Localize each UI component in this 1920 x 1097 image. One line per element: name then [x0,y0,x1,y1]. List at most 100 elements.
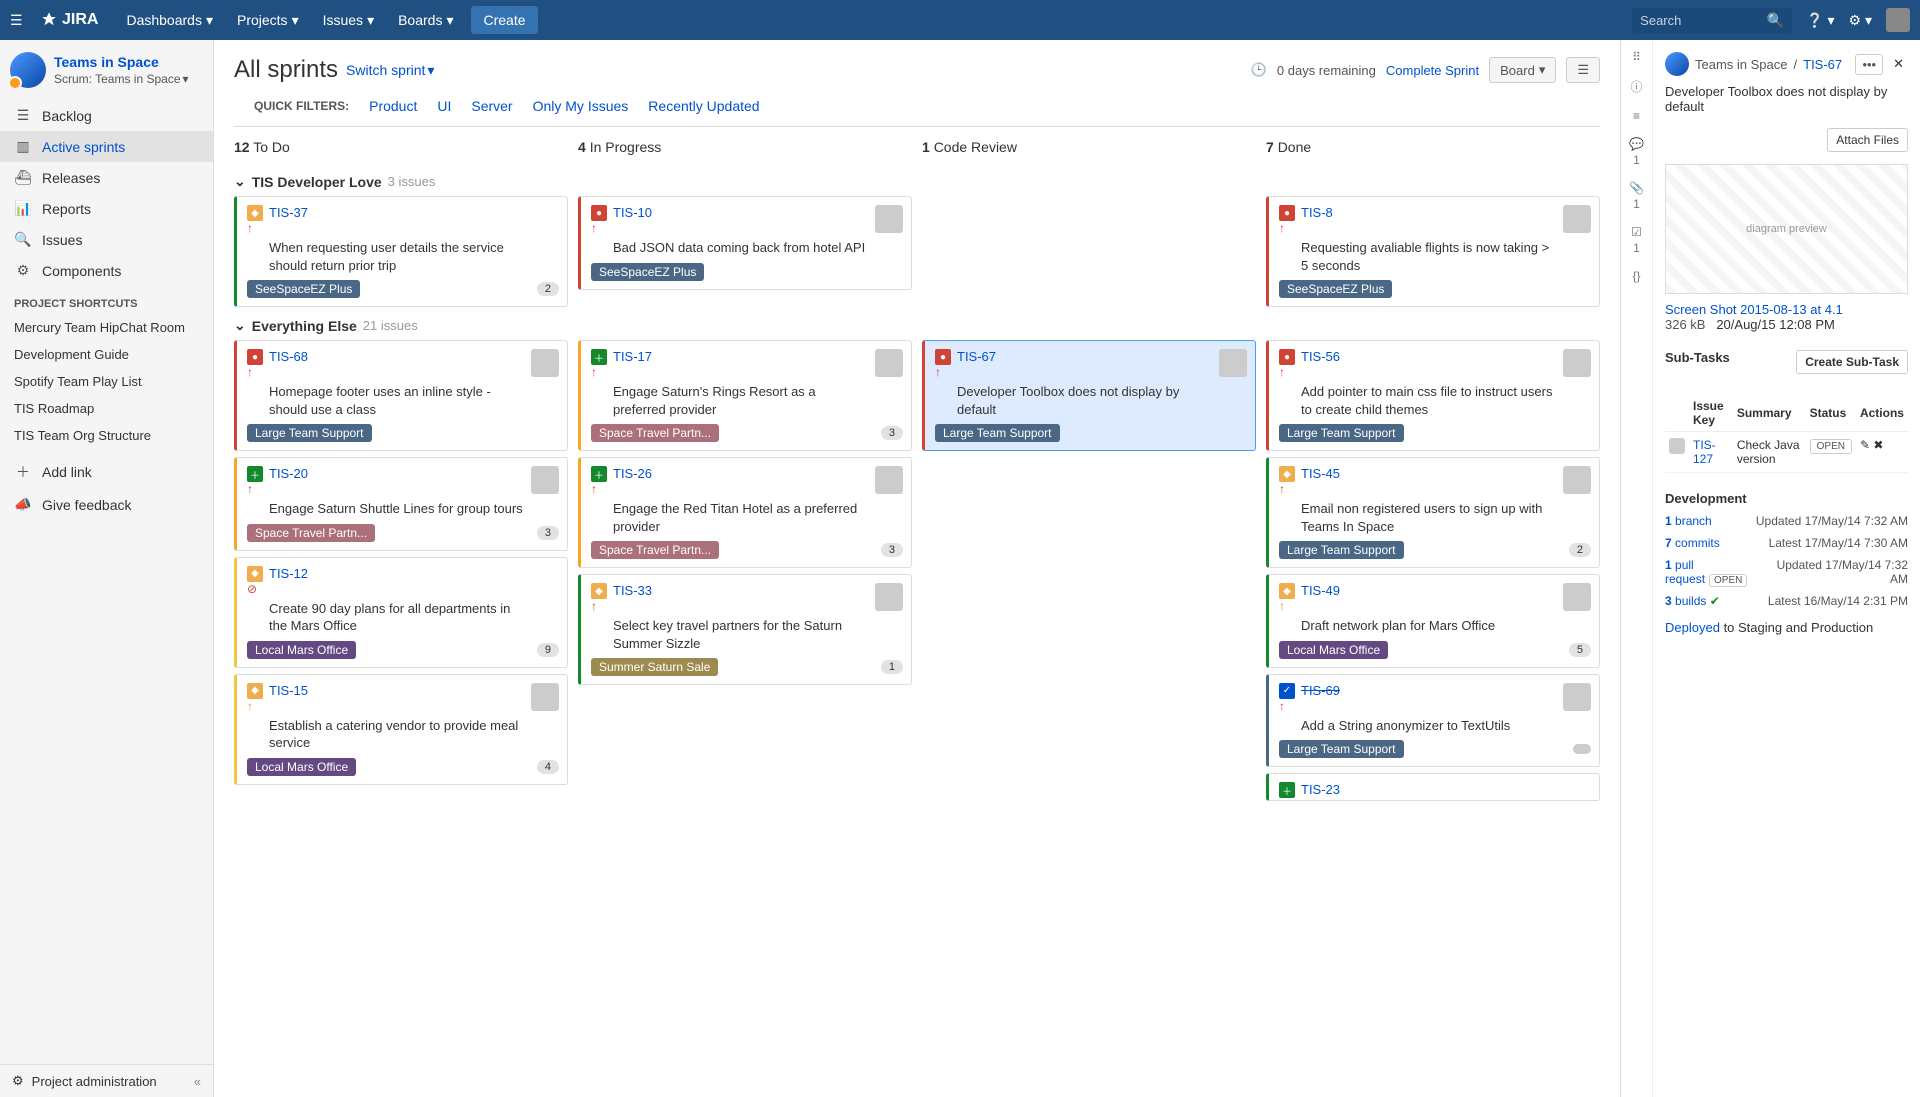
project-header[interactable]: Teams in Space Scrum: Teams in Space ▾ [0,40,213,100]
deployed-link[interactable]: Deployed [1665,620,1720,635]
close-detail-icon[interactable]: ✕ [1889,54,1908,74]
issue-key[interactable]: TIS-20 [269,466,308,481]
assignee-avatar[interactable] [531,466,559,494]
assignee-avatar[interactable] [875,466,903,494]
issue-key[interactable]: TIS-10 [613,205,652,220]
issue-card[interactable]: ◆TIS-15 ↑ Establish a catering vendor to… [234,674,568,785]
create-button[interactable]: Create [471,6,537,34]
global-search[interactable]: 🔍 [1632,8,1792,33]
delete-icon[interactable]: ✖ [1873,438,1883,452]
shortcut-item[interactable]: Spotify Team Play List [0,368,213,395]
edit-icon[interactable]: ✎ [1860,438,1870,452]
assignee-avatar[interactable] [531,349,559,377]
project-name[interactable]: Teams in Space [54,54,189,70]
issue-card[interactable]: ✓TIS-69 ↑ Add a String anonymizer to Tex… [1266,674,1600,768]
qf-product[interactable]: Product [369,98,417,114]
qf-mine[interactable]: Only My Issues [533,98,629,114]
issue-card[interactable]: ●TIS-10 ↑ Bad JSON data coming back from… [578,196,912,290]
assignee-avatar[interactable] [875,205,903,233]
issue-card[interactable]: ◆TIS-12 ⊘ Create 90 day plans for all de… [234,557,568,668]
sidebar-issues[interactable]: 🔍Issues [0,224,213,255]
issue-key[interactable]: TIS-23 [1301,782,1340,797]
board-dropdown[interactable]: Board ▾ [1489,57,1556,83]
gear-icon[interactable]: ⚙ [12,1073,24,1089]
assignee-avatar[interactable] [1563,205,1591,233]
shortcut-item[interactable]: TIS Roadmap [0,395,213,422]
issue-key[interactable]: TIS-33 [613,583,652,598]
sidebar-active-sprints[interactable]: ▥Active sprints [0,131,213,162]
rail-subtasks-icon[interactable]: ☑1 [1631,225,1642,255]
issue-card[interactable]: ●TIS-68 ↑ Homepage footer uses an inline… [234,340,568,451]
create-subtask-button[interactable]: Create Sub-Task [1796,350,1908,374]
qf-recent[interactable]: Recently Updated [648,98,759,114]
issue-card[interactable]: ◆TIS-49 ↑ Draft network plan for Mars Of… [1266,574,1600,668]
epic-badge[interactable]: Local Mars Office [247,758,356,776]
assignee-avatar[interactable] [1563,349,1591,377]
qf-ui[interactable]: UI [437,98,451,114]
dev-branch-link[interactable]: 1 branch [1665,514,1712,528]
issue-key[interactable]: TIS-37 [269,205,308,220]
assignee-avatar[interactable] [875,583,903,611]
epic-badge[interactable]: SeeSpaceEZ Plus [591,263,704,281]
issue-card[interactable]: ◆TIS-45 ↑ Email non registered users to … [1266,457,1600,568]
issue-key[interactable]: TIS-67 [957,349,996,364]
epic-badge[interactable]: Large Team Support [247,424,372,442]
shortcut-item[interactable]: Mercury Team HipChat Room [0,314,213,341]
sidebar-reports[interactable]: 📊Reports [0,193,213,224]
epic-badge[interactable]: Local Mars Office [1279,641,1388,659]
nav-boards[interactable]: Boards ▾ [388,6,463,35]
rail-comments-icon[interactable]: 💬1 [1629,137,1644,167]
issue-key[interactable]: TIS-12 [269,566,308,581]
issue-card[interactable]: ●TIS-8 ↑ Requesting avaliable flights is… [1266,196,1600,307]
shortcut-item[interactable]: TIS Team Org Structure [0,422,213,449]
epic-badge[interactable]: Local Mars Office [247,641,356,659]
rail-drag-icon[interactable]: ⠿ [1632,50,1641,64]
epic-badge[interactable]: Space Travel Partn... [247,524,375,542]
attach-files-button[interactable]: Attach Files [1827,128,1908,152]
issue-card[interactable]: ●TIS-56 ↑ Add pointer to main css file t… [1266,340,1600,451]
issue-key[interactable]: TIS-26 [613,466,652,481]
search-input[interactable] [1640,13,1767,28]
assignee-avatar[interactable] [1563,466,1591,494]
issue-key[interactable]: TIS-17 [613,349,652,364]
issue-key[interactable]: TIS-45 [1301,466,1340,481]
issue-key[interactable]: TIS-68 [269,349,308,364]
more-actions-button[interactable]: ••• [1855,54,1883,75]
issue-card[interactable]: ＋TIS-23 [1266,773,1600,801]
attachment-thumbnail[interactable]: diagram preview [1665,164,1908,294]
epic-badge[interactable]: Large Team Support [1279,740,1404,758]
issue-key[interactable]: TIS-15 [269,683,308,698]
issue-card[interactable]: ＋TIS-26 ↑ Engage the Red Titan Hotel as … [578,457,912,568]
shortcut-item[interactable]: Development Guide [0,341,213,368]
epic-badge[interactable]: Space Travel Partn... [591,541,719,559]
assignee-avatar[interactable] [1219,349,1247,377]
epic-badge[interactable]: SeeSpaceEZ Plus [1279,280,1392,298]
assignee-avatar[interactable] [1563,683,1591,711]
switch-sprint-link[interactable]: Switch sprint ▾ [346,62,434,79]
scroll-top-button[interactable]: ☰ [1566,57,1600,83]
sidebar-components[interactable]: ⚙Components [0,255,213,286]
issue-key[interactable]: TIS-8 [1301,205,1333,220]
epic-badge[interactable]: Space Travel Partn... [591,424,719,442]
rail-description-icon[interactable]: ≡ [1633,109,1640,123]
swimlane-dev-love[interactable]: ⌄ TIS Developer Love 3 issues [234,163,1600,196]
qf-server[interactable]: Server [471,98,512,114]
nav-projects[interactable]: Projects ▾ [227,6,309,35]
issue-key[interactable]: TIS-56 [1301,349,1340,364]
nav-dashboards[interactable]: Dashboards ▾ [116,6,223,35]
collapse-sidebar-icon[interactable]: « [194,1074,201,1089]
issue-card[interactable]: ＋TIS-17 ↑ Engage Saturn's Rings Resort a… [578,340,912,451]
issue-card[interactable]: ◆TIS-33 ↑ Select key travel partners for… [578,574,912,685]
issue-card[interactable]: ＋TIS-20 ↑ Engage Saturn Shuttle Lines fo… [234,457,568,551]
issue-key[interactable]: TIS-69 [1301,683,1340,698]
detail-project[interactable]: Teams in Space [1695,57,1788,72]
epic-badge[interactable]: Large Team Support [1279,541,1404,559]
nav-issues[interactable]: Issues ▾ [313,6,385,35]
assignee-avatar[interactable] [875,349,903,377]
swimlane-everything-else[interactable]: ⌄ Everything Else 21 issues [234,307,1600,340]
attachment-name[interactable]: Screen Shot 2015-08-13 at 4.1 [1665,302,1843,317]
add-link[interactable]: ＋Add link [0,455,213,489]
give-feedback[interactable]: 📣Give feedback [0,489,213,520]
jira-logo[interactable]: JIRA [40,11,98,29]
settings-icon[interactable]: ⚙ ▾ [1849,12,1872,29]
